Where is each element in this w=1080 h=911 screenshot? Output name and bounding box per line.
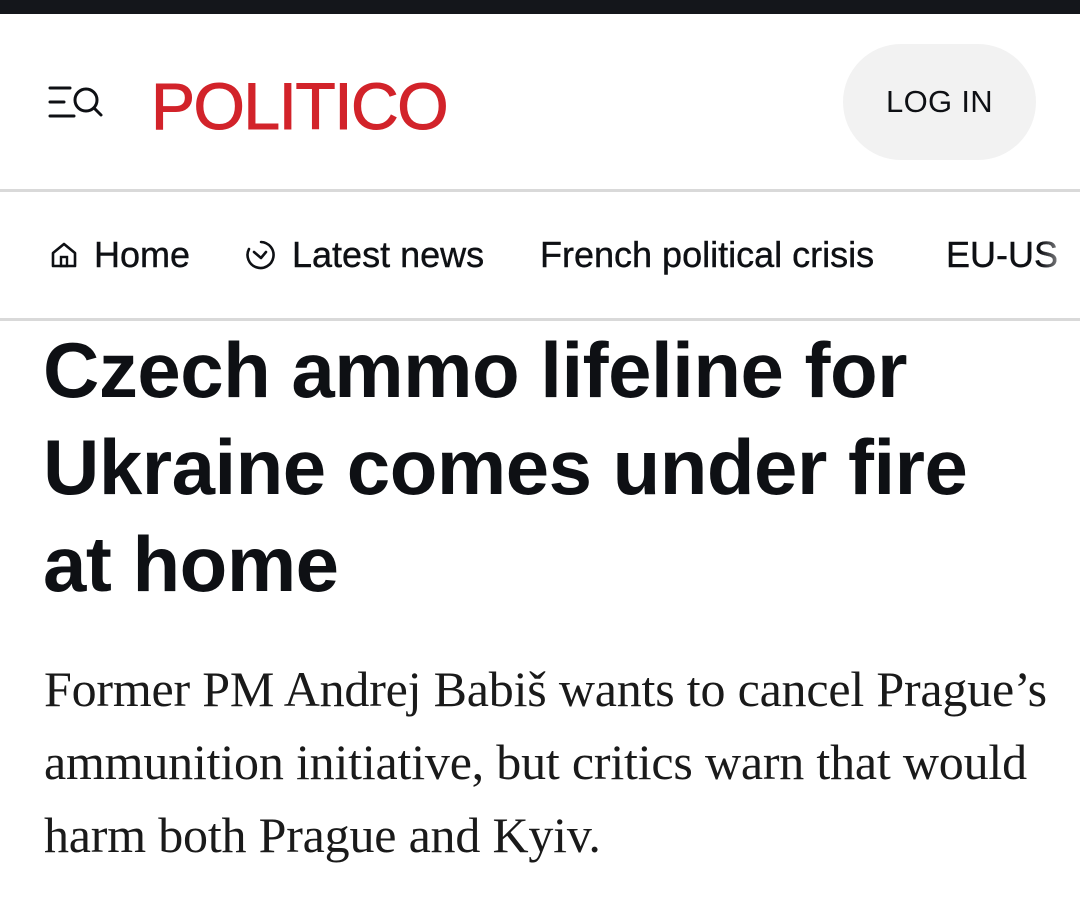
- topic-nav: Home Latest news French political crisis…: [0, 192, 1080, 318]
- menu-search-icon[interactable]: [48, 82, 104, 122]
- nav-divider: [0, 318, 1080, 321]
- article-headline[interactable]: Czech ammo lifeline for Ukraine comes un…: [43, 322, 1043, 613]
- home-icon: [48, 239, 80, 271]
- nav-item-label: Home: [94, 234, 191, 275]
- site-header: POLITICO LOG IN: [0, 14, 1080, 189]
- nav-item-eu-us[interactable]: EU-US: [946, 192, 1058, 318]
- nav-item-french-political-crisis[interactable]: French political crisis: [540, 192, 874, 318]
- politico-logo[interactable]: POLITICO: [150, 66, 449, 146]
- top-bar: [0, 0, 1080, 14]
- clock-icon: [244, 238, 278, 272]
- nav-item-label: French political crisis: [540, 234, 875, 275]
- article-dek: Former PM Andrej Babiš wants to cancel P…: [44, 661, 1047, 863]
- nav-item-home[interactable]: Home: [48, 192, 190, 318]
- nav-item-label: EU-US: [946, 234, 1059, 275]
- nav-item-label: Latest news: [292, 234, 485, 275]
- login-button[interactable]: LOG IN: [843, 44, 1036, 160]
- nav-item-latest-news[interactable]: Latest news: [244, 192, 484, 318]
